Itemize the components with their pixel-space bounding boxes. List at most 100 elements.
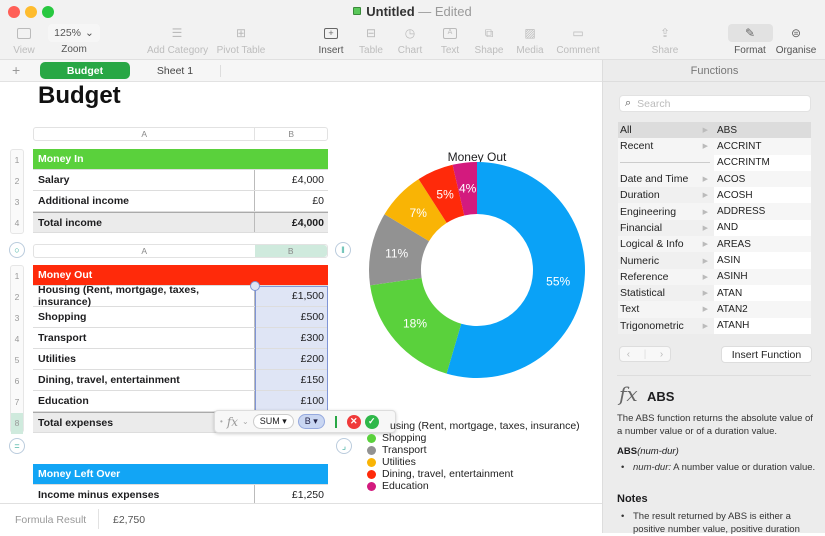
table-row[interactable]: Shopping £500 (33, 307, 328, 328)
function-item[interactable]: AND (714, 219, 811, 237)
category-item[interactable]: Reference ▶ (618, 268, 714, 285)
table-header-row[interactable]: Money In (33, 149, 328, 170)
comment-button[interactable]: ▭ Comment (548, 24, 608, 56)
category-item[interactable]: Trigonometric ▶ (618, 317, 714, 334)
cell-b1[interactable] (255, 149, 328, 169)
function-item[interactable]: AREAS (714, 236, 811, 253)
cell-b2[interactable]: £1,250 (255, 485, 328, 505)
category-item[interactable]: Logical & Info ▶ (618, 236, 714, 253)
fx-icon[interactable]: fx (227, 415, 238, 429)
function-item[interactable]: ATAN2 (714, 301, 811, 318)
column-header-b[interactable]: B (254, 128, 327, 140)
chevron-down-icon[interactable]: ⌄ (242, 417, 249, 426)
zoom-dropdown[interactable]: 125% ⌄ (48, 24, 100, 42)
function-item[interactable]: ATAN (714, 284, 811, 302)
add-row-handle[interactable]: = (9, 438, 25, 454)
cell-b6[interactable]: £150 (255, 370, 328, 390)
function-item[interactable]: ASIN (714, 252, 811, 269)
column-header-b-selected[interactable]: B (254, 245, 327, 257)
cell-b7[interactable]: £100 (255, 391, 328, 411)
cell-b2[interactable]: £1,500 (255, 286, 328, 306)
category-item[interactable]: Text ▶ (618, 301, 714, 318)
cell-a1[interactable]: Money Left Over (33, 464, 255, 484)
function-item[interactable]: ACCRINTM (714, 154, 811, 171)
function-item[interactable]: ASINH (714, 268, 811, 285)
add-column-handle[interactable]: ‖ (335, 242, 351, 258)
selection-drag-handle[interactable] (250, 281, 260, 291)
row-header[interactable]: 2 (11, 287, 23, 308)
function-item[interactable]: ABS (714, 122, 811, 139)
cell-a1[interactable]: Money Out (33, 265, 255, 285)
cell-a5[interactable]: Utilities (33, 349, 255, 369)
table-row[interactable]: Salary £4,000 (33, 170, 328, 191)
category-item[interactable]: Financial ▶ (618, 219, 714, 237)
drag-handle-icon[interactable]: • (220, 417, 223, 426)
function-item[interactable]: ACOS (714, 170, 811, 188)
cell-b1[interactable] (255, 265, 328, 285)
back-arrow-icon[interactable]: ‹ (627, 349, 630, 360)
argument-token-b[interactable]: B ▾ (297, 414, 325, 429)
category-item[interactable]: Numeric ▶ (618, 252, 714, 269)
category-item[interactable]: Engineering ▶ (618, 203, 714, 220)
table-row[interactable]: Transport £300 (33, 328, 328, 349)
cell-a4[interactable]: Total income (33, 213, 255, 232)
function-item[interactable]: ACCRINT (714, 138, 811, 155)
row-header[interactable]: 1 (11, 150, 23, 171)
table-total-row[interactable]: Total income £4,000 (33, 212, 328, 233)
function-item[interactable]: ACOSH (714, 187, 811, 204)
cell-b1[interactable] (255, 464, 328, 484)
category-item[interactable]: Statistical ▶ (618, 284, 714, 302)
cell-b4[interactable]: £300 (255, 328, 328, 348)
forward-arrow-icon[interactable]: › (660, 349, 663, 360)
row-header[interactable]: 2 (11, 171, 23, 192)
category-item[interactable]: Duration ▶ (618, 187, 714, 204)
cell-a3[interactable]: Additional income (33, 191, 255, 211)
cell-a2[interactable]: Salary (33, 170, 255, 190)
cell-a4[interactable]: Transport (33, 328, 255, 348)
donut-chart[interactable]: 55% 18% 11% 7% 5% 4% (360, 160, 600, 390)
add-sheet-button[interactable]: + (12, 62, 20, 78)
category-item[interactable]: Date and Time ▶ (618, 170, 714, 188)
cell-a7[interactable]: Education (33, 391, 255, 411)
table-row[interactable]: Housing (Rent, mortgage, taxes, insuranc… (33, 284, 328, 308)
cell-b5[interactable]: £200 (255, 349, 328, 369)
cell-a2[interactable]: Housing (Rent, mortgage, taxes, insuranc… (33, 284, 255, 308)
table-select-handle[interactable]: ○ (9, 242, 25, 258)
cell-a2[interactable]: Income minus expenses (33, 485, 255, 505)
cancel-formula-button[interactable]: ✕ (346, 414, 361, 429)
table-row[interactable]: Dining, travel, entertainment £150 (33, 370, 328, 391)
row-header[interactable]: 4 (11, 213, 23, 234)
function-item[interactable]: ADDRESS (714, 203, 811, 220)
organise-button[interactable]: ⊜ Organise (766, 24, 825, 56)
row-header[interactable]: 7 (11, 392, 23, 413)
row-header[interactable]: 3 (11, 192, 23, 213)
function-token-sum[interactable]: SUM ▾ (252, 414, 294, 429)
cell-b2[interactable]: £4,000 (255, 170, 328, 190)
cell-b3[interactable]: £500 (255, 307, 328, 327)
category-item[interactable]: Recent ▶ (618, 138, 714, 155)
table-header-row[interactable]: Money Left Over (33, 464, 328, 485)
table-header-row[interactable]: Money Out (33, 265, 328, 286)
add-category-button[interactable]: ☰ Add Category (147, 24, 208, 56)
row-header[interactable]: 5 (11, 350, 23, 371)
cell-b3[interactable]: £0 (255, 191, 328, 211)
column-header-a[interactable]: A (34, 245, 255, 257)
table-row[interactable]: Additional income £0 (33, 191, 328, 212)
insert-function-button[interactable]: Insert Function (721, 346, 812, 363)
row-header[interactable]: 6 (11, 371, 23, 392)
table-row[interactable]: Utilities £200 (33, 349, 328, 370)
share-button[interactable]: ⇪ Share (635, 24, 695, 56)
cell-a3[interactable]: Shopping (33, 307, 255, 327)
sheet-tab-budget[interactable]: Budget (40, 62, 130, 79)
row-header-selected[interactable]: 8 (11, 413, 23, 434)
sheet-tab-sheet-1[interactable]: Sheet 1 (140, 62, 210, 79)
resize-table-handle[interactable]: ⌟ (336, 438, 352, 454)
table-row[interactable]: Education £100 (33, 391, 328, 412)
row-header[interactable]: 3 (11, 308, 23, 329)
row-header[interactable]: 4 (11, 329, 23, 350)
row-header[interactable]: 1 (11, 266, 23, 287)
column-header-a[interactable]: A (34, 128, 254, 140)
category-item[interactable]: All ▶ (618, 122, 714, 139)
pivot-table-button[interactable]: ⊞ Pivot Table (211, 24, 271, 56)
cell-a6[interactable]: Dining, travel, entertainment (33, 370, 255, 390)
